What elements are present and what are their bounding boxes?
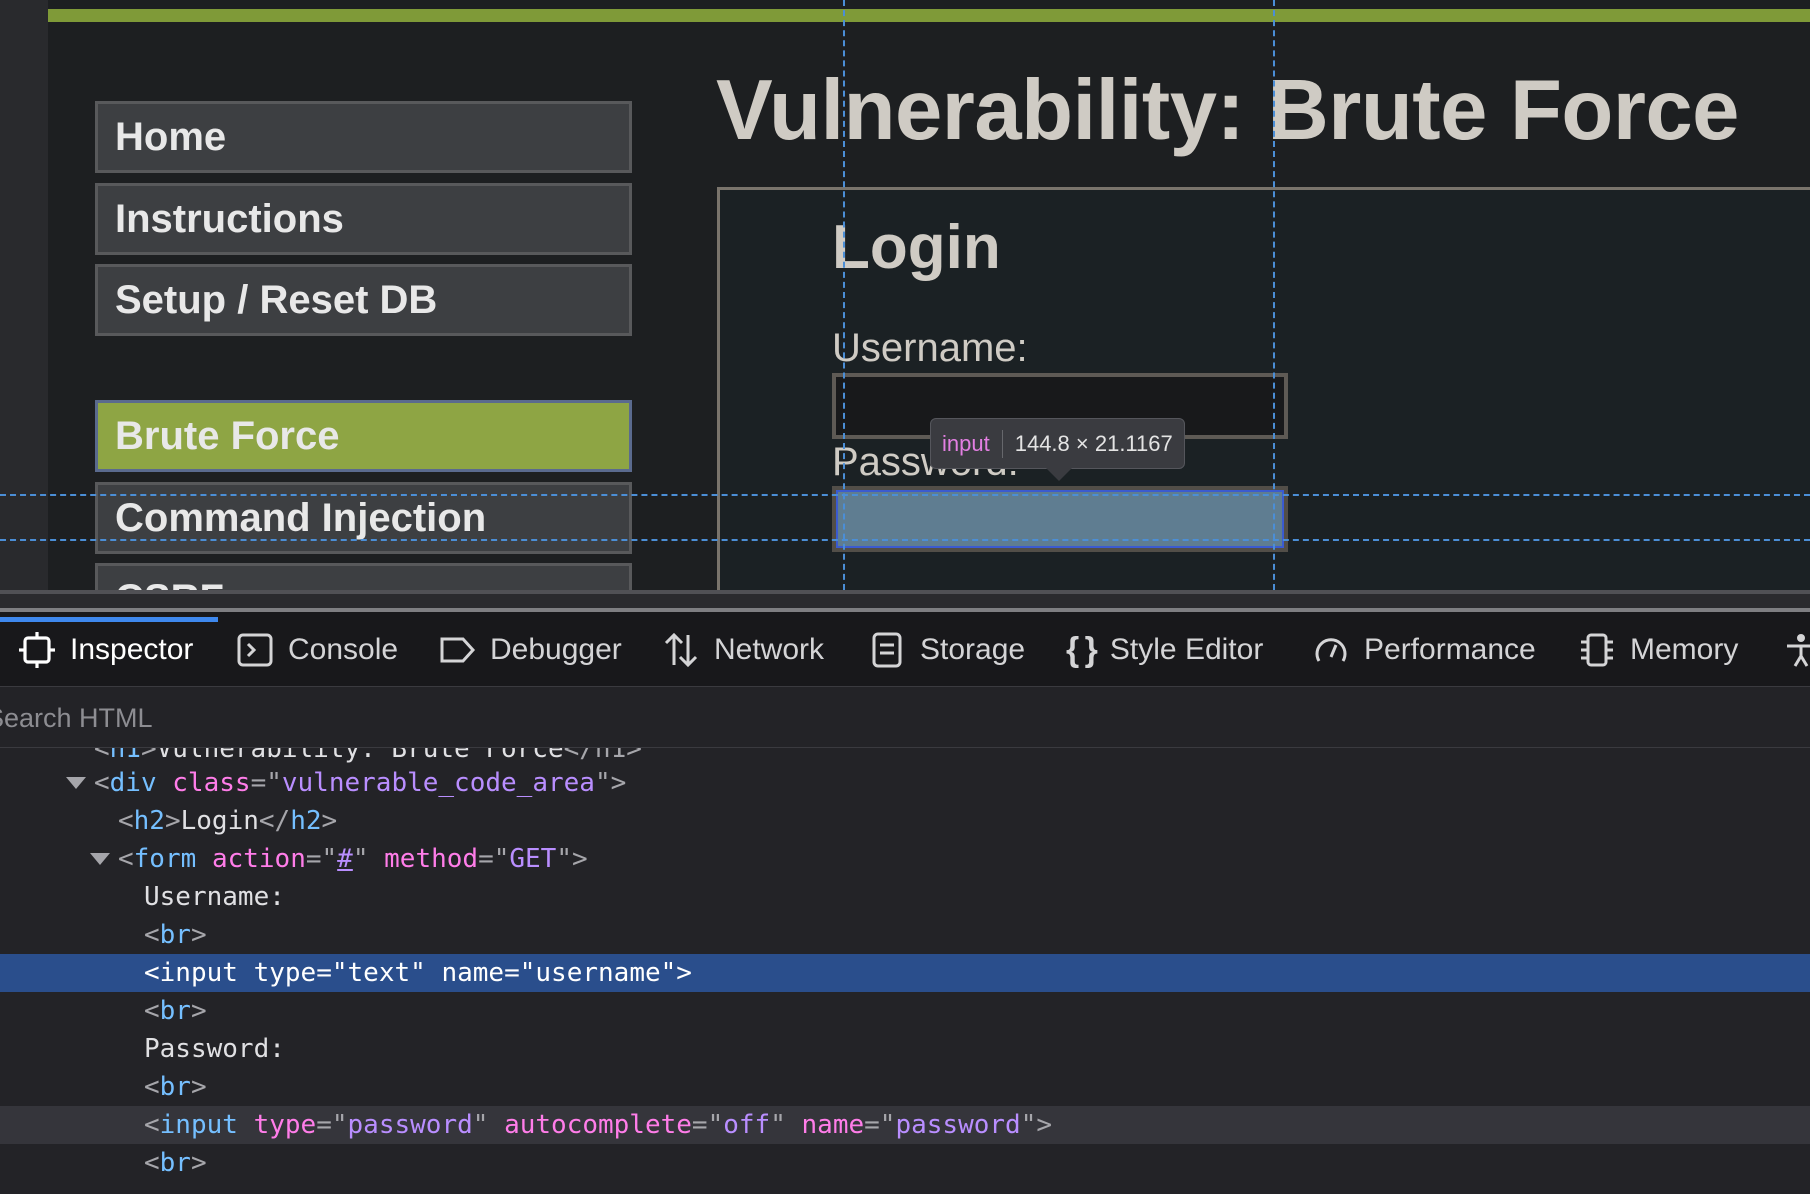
console-icon <box>237 633 273 667</box>
tooltip-tag: input <box>942 430 990 456</box>
tab-storage[interactable]: Storage <box>868 620 1025 680</box>
highlighter-tooltip: input 144.8 × 21.1167 <box>930 418 1185 469</box>
guide-line-vertical <box>843 0 845 590</box>
tab-console[interactable]: Console <box>236 620 398 680</box>
menu-item-home[interactable]: Home <box>95 101 632 173</box>
menu-item-command-injection[interactable]: Command Injection <box>95 482 632 554</box>
markup-row-br[interactable]: <br> <box>0 992 1810 1030</box>
page-title: Vulnerability: Brute Force <box>716 63 1739 158</box>
tab-label: Inspector <box>70 633 194 666</box>
guide-line-horizontal <box>0 494 1810 496</box>
tab-label: Console <box>288 633 399 666</box>
tab-label: Debugger <box>490 633 622 666</box>
inspector-icon <box>19 632 55 668</box>
search-html-input[interactable] <box>0 700 586 736</box>
tab-accessibility[interactable] <box>1782 620 1810 680</box>
tooltip-arrow <box>1046 468 1072 481</box>
markup-row-form[interactable]: <form action="#" method="GET"> <box>0 840 1810 878</box>
collapse-twisty-icon[interactable] <box>66 777 86 789</box>
menu-item-csrf[interactable]: CSRF <box>95 563 632 590</box>
tab-network[interactable]: Network <box>662 620 824 680</box>
tab-style-editor[interactable]: { } Style Editor <box>1066 620 1263 680</box>
login-heading: Login <box>832 213 1001 282</box>
tab-label: Storage <box>920 633 1026 666</box>
tooltip-separator <box>1001 429 1003 458</box>
memory-icon <box>1581 633 1613 667</box>
markup-row-br[interactable]: <br> <box>0 1144 1810 1182</box>
tab-label: Memory <box>1630 633 1739 666</box>
tab-label: Style Editor <box>1109 633 1264 666</box>
collapse-twisty-icon[interactable] <box>90 853 110 865</box>
tab-debugger[interactable]: Debugger <box>438 620 622 680</box>
markup-row-h2[interactable]: <h2>Login</h2> <box>0 802 1810 840</box>
network-icon <box>664 632 698 668</box>
tooltip-dimensions: 144.8 × 21.1167 <box>1014 430 1173 456</box>
guide-line-horizontal <box>0 539 1810 541</box>
markup-row-div[interactable]: <div class="vulnerable_code_area"> <box>0 764 1810 802</box>
markup-row-text[interactable]: Password: <box>0 1030 1810 1068</box>
markup-view: <h1>Vulnerability: Brute Force</h1> <div… <box>0 748 1810 1194</box>
accessibility-icon <box>1787 634 1810 667</box>
tab-inspector[interactable]: Inspector <box>18 620 193 680</box>
menu-item-setup[interactable]: Setup / Reset DB <box>95 264 632 336</box>
tab-performance[interactable]: Performance <box>1312 620 1536 680</box>
markup-row-br[interactable]: <br> <box>0 1068 1810 1106</box>
devtools-splitter[interactable] <box>0 590 1810 612</box>
username-label: Username: <box>832 326 1028 370</box>
markup-row-text[interactable]: Username: <box>0 878 1810 916</box>
guide-line-vertical <box>1273 0 1275 590</box>
menu-item-brute-force[interactable]: Brute Force <box>95 400 632 472</box>
markup-row-br[interactable]: <br> <box>0 916 1810 954</box>
performance-icon <box>1315 638 1347 662</box>
tab-memory[interactable]: Memory <box>1578 620 1738 680</box>
debugger-icon <box>440 637 476 663</box>
tab-label: Network <box>714 633 825 666</box>
storage-icon <box>872 632 902 668</box>
markup-row-input-username[interactable]: <input type="text" name="username"> <box>0 954 1810 992</box>
tab-label: Performance <box>1364 633 1536 666</box>
page-viewport: Home Instructions Setup / Reset DB Brute… <box>0 0 1810 590</box>
menu-item-instructions[interactable]: Instructions <box>95 183 632 255</box>
style-editor-icon: { } <box>1066 630 1098 669</box>
markup-row-input-password[interactable]: <input type="password" autocomplete="off… <box>0 1106 1810 1144</box>
header-bar <box>48 9 1810 22</box>
